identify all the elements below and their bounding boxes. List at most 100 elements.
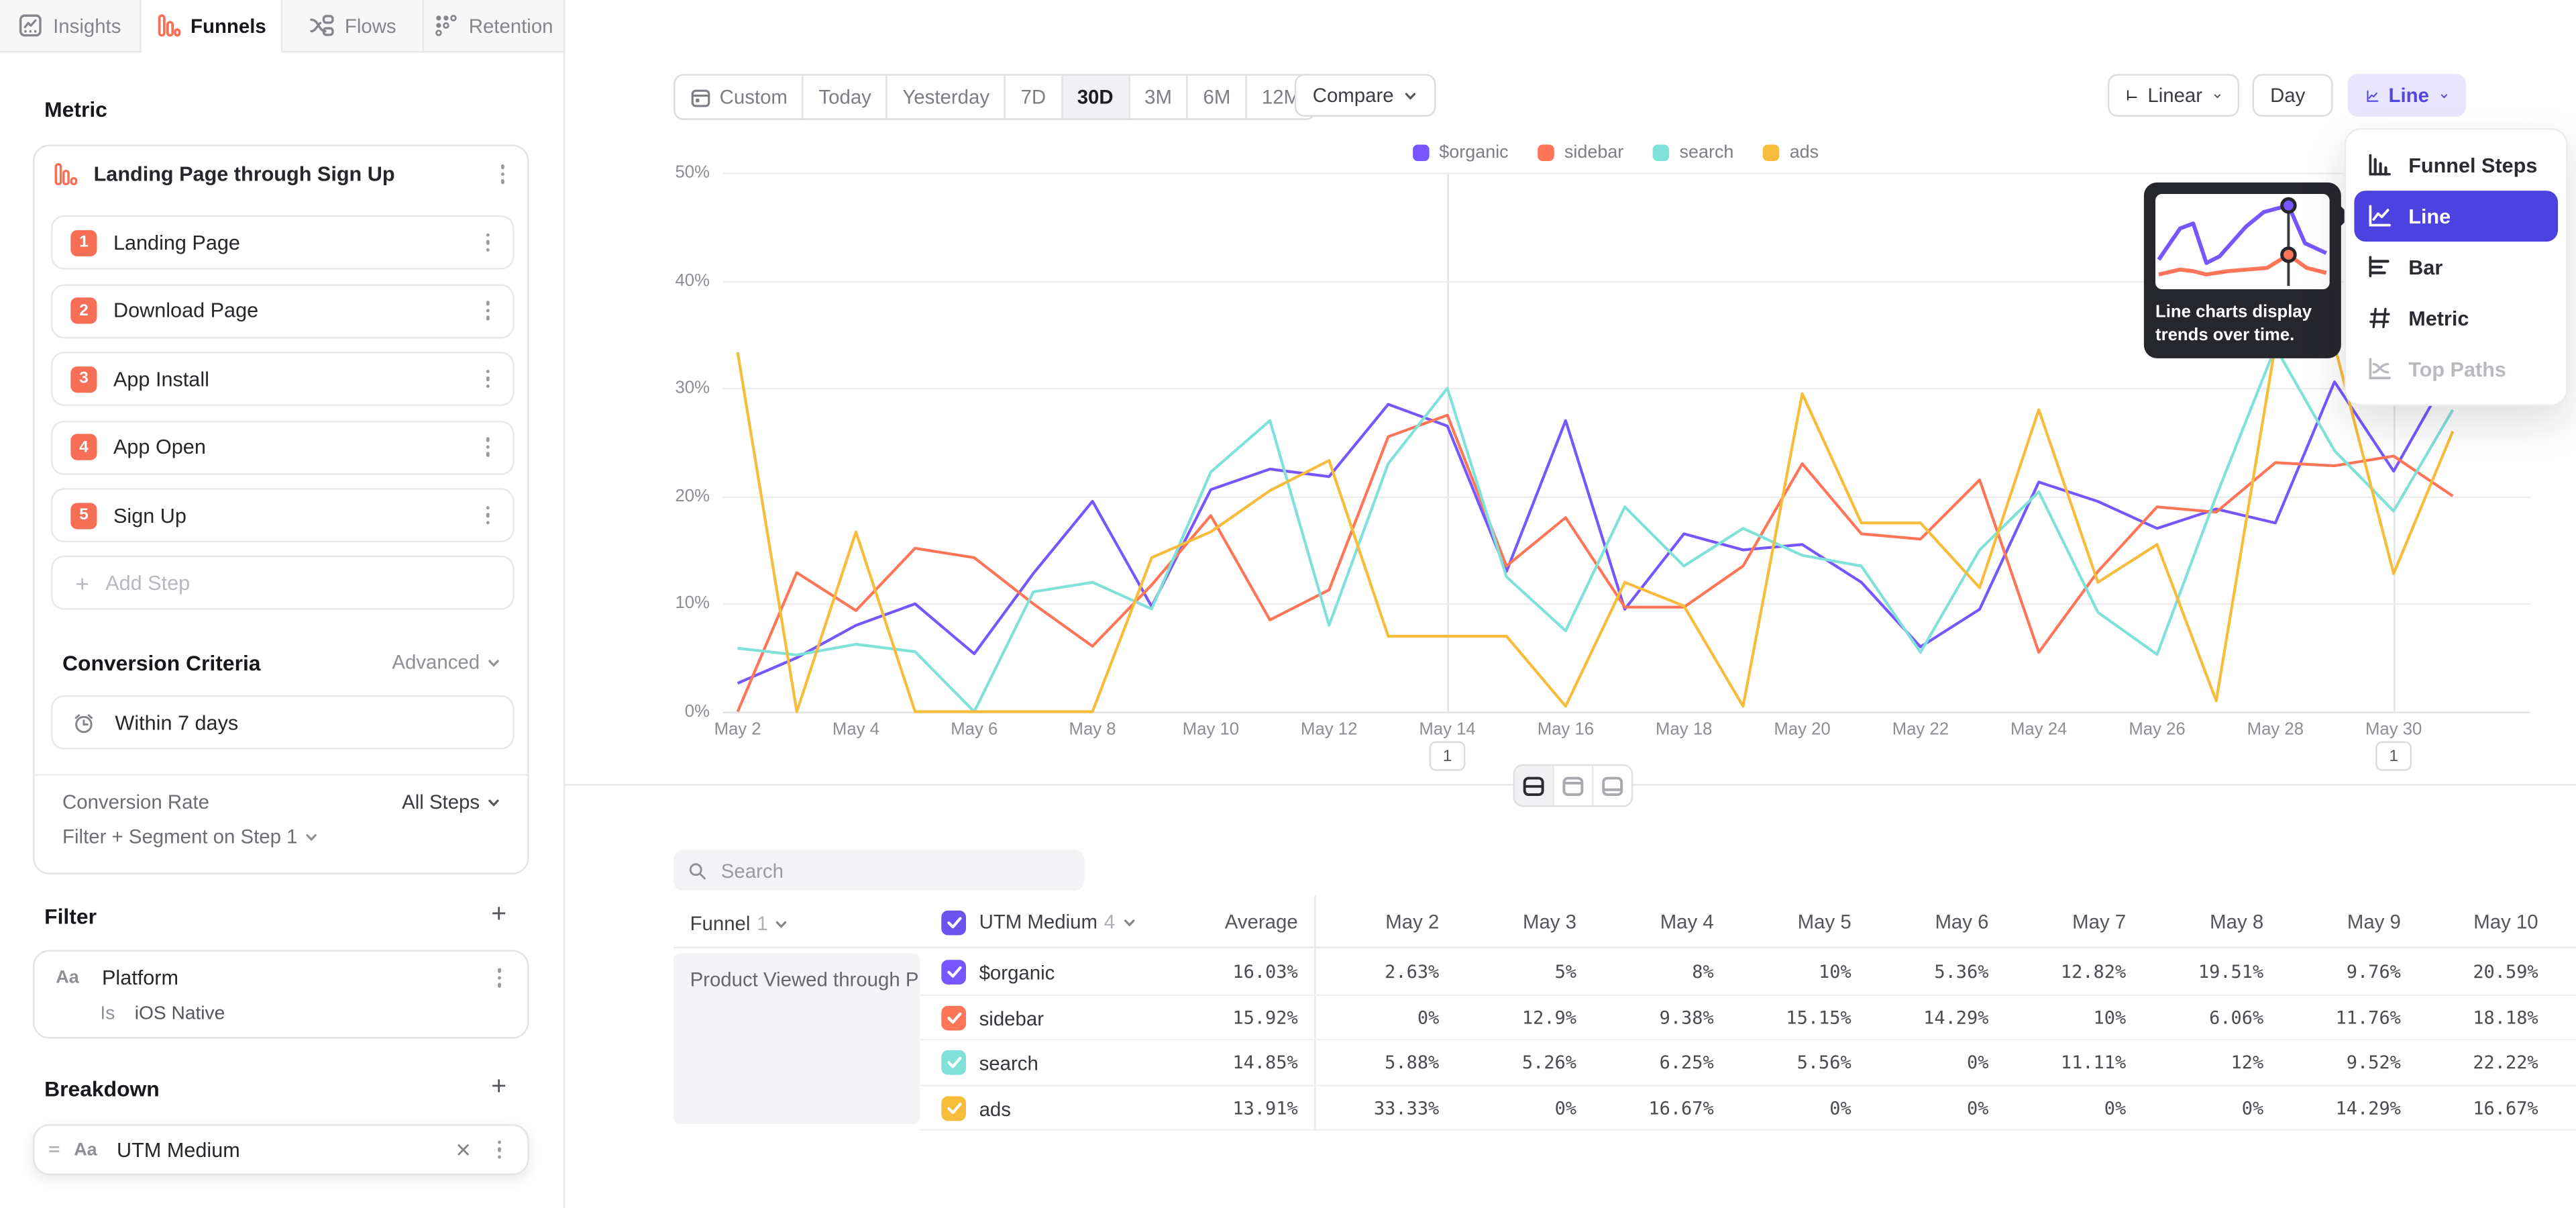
day-value: 9.76% bbox=[2273, 962, 2401, 983]
range-3m[interactable]: 3M bbox=[1130, 76, 1188, 119]
tab-retention[interactable]: Retention bbox=[424, 0, 566, 52]
x-tick-label: May 2 bbox=[714, 720, 761, 740]
series-name: search bbox=[979, 1052, 1038, 1074]
day-value: 19.51% bbox=[2135, 962, 2263, 983]
menu-item-metric[interactable]: Metric bbox=[2346, 293, 2566, 344]
top-bar-layout-icon[interactable] bbox=[1554, 766, 1594, 805]
table-search[interactable] bbox=[674, 850, 1084, 891]
funnels-icon bbox=[156, 13, 181, 38]
range-7d[interactable]: 7D bbox=[1006, 76, 1063, 119]
filter-card[interactable]: Aa Platform Is iOS Native bbox=[33, 950, 529, 1039]
funnel-column-header[interactable]: Funnel 1 bbox=[690, 911, 790, 937]
add-filter-button[interactable]: + bbox=[491, 902, 506, 928]
day-value: 0% bbox=[1448, 1097, 1576, 1119]
filter-kebab-icon[interactable] bbox=[488, 965, 511, 991]
x-tick-label: May 4 bbox=[833, 720, 879, 740]
funnel-kebab-icon[interactable] bbox=[491, 161, 514, 187]
close-icon[interactable]: ✕ bbox=[455, 1138, 472, 1161]
compare-button[interactable]: Compare bbox=[1295, 74, 1436, 117]
series-checkbox[interactable] bbox=[941, 1095, 966, 1120]
series-name: ads bbox=[979, 1097, 1011, 1120]
tab-insights[interactable]: Insights bbox=[0, 0, 142, 52]
string-type-icon: Aa bbox=[74, 1140, 97, 1159]
add-breakdown-button[interactable]: + bbox=[491, 1075, 506, 1101]
legend-item-search[interactable]: search bbox=[1653, 143, 1733, 162]
series-checkbox[interactable] bbox=[941, 1005, 966, 1030]
line-chart-preview bbox=[2155, 194, 2330, 289]
granularity-dropdown[interactable]: Day bbox=[2253, 74, 2333, 117]
select-all-checkbox[interactable] bbox=[941, 910, 966, 935]
average-value: 16.03% bbox=[1170, 962, 1298, 983]
range-30d[interactable]: 30D bbox=[1063, 76, 1130, 119]
day-column-header: May 8 bbox=[2149, 911, 2263, 934]
series-line-search[interactable] bbox=[738, 347, 2453, 711]
step-label: Download Page bbox=[113, 299, 476, 322]
funnel-group-cell: Product Viewed through P… bbox=[674, 953, 920, 1124]
funnel-step-1[interactable]: 1Landing Page bbox=[51, 215, 515, 270]
menu-item-bar[interactable]: Bar bbox=[2346, 242, 2566, 293]
scale-dropdown[interactable]: Linear bbox=[2108, 74, 2239, 117]
legend-swatch bbox=[1538, 145, 1554, 161]
filter-segment-toggle[interactable]: Filter + Segment on Step 1 bbox=[62, 825, 297, 848]
menu-item-line[interactable]: Line bbox=[2354, 191, 2558, 242]
range-today[interactable]: Today bbox=[804, 76, 888, 119]
date-range-selector: CustomTodayYesterday7D30D3M6M12M bbox=[674, 74, 1316, 120]
line-chart-icon bbox=[2366, 85, 2379, 106]
series-checkbox[interactable] bbox=[941, 960, 966, 985]
funnel-step-4[interactable]: 4App Open bbox=[51, 420, 515, 474]
series-line-ads[interactable] bbox=[738, 345, 2453, 711]
breakdown-column-header[interactable]: UTM Medium 4 bbox=[941, 907, 1136, 937]
range-6m[interactable]: 6M bbox=[1188, 76, 1246, 119]
add-step-button[interactable]: + Add Step bbox=[51, 556, 515, 610]
step-kebab-icon[interactable] bbox=[476, 434, 499, 460]
conversion-rate-steps-dropdown[interactable]: All Steps bbox=[402, 791, 501, 813]
series-line-organic[interactable] bbox=[738, 366, 2453, 683]
step-label: App Install bbox=[113, 367, 476, 390]
breakdown-card[interactable]: Aa UTM Medium ✕ bbox=[33, 1124, 529, 1175]
funnel-step-5[interactable]: 5Sign Up bbox=[51, 488, 515, 542]
annotation-badge[interactable]: 1 bbox=[2375, 741, 2412, 770]
menu-item-funnel-steps[interactable]: Funnel Steps bbox=[2346, 140, 2566, 191]
tab-funnels[interactable]: Funnels bbox=[142, 0, 283, 52]
retention-icon bbox=[434, 13, 459, 38]
step-kebab-icon[interactable] bbox=[476, 297, 499, 323]
x-tick-label: May 30 bbox=[2365, 720, 2422, 740]
tab-flows[interactable]: Flows bbox=[282, 0, 424, 52]
drag-handle-icon[interactable] bbox=[48, 1143, 61, 1156]
conversion-window-row[interactable]: Within 7 days bbox=[51, 695, 515, 750]
day-value: 0% bbox=[1998, 1097, 2126, 1119]
step-kebab-icon[interactable] bbox=[476, 366, 499, 392]
conversion-rate-label: Conversion Rate bbox=[62, 791, 402, 813]
chevron-down-icon bbox=[486, 655, 501, 670]
range-yesterday[interactable]: Yesterday bbox=[888, 76, 1006, 119]
funnel-step-2[interactable]: 2Download Page bbox=[51, 283, 515, 338]
search-input[interactable] bbox=[718, 857, 1069, 883]
legend-item-organic[interactable]: $organic bbox=[1413, 143, 1509, 162]
advanced-toggle[interactable]: Advanced bbox=[392, 651, 501, 674]
day-value: 9.38% bbox=[1586, 1007, 1714, 1028]
report-tabbar: InsightsFunnelsFlowsRetention bbox=[0, 0, 565, 52]
split-rows-layout-icon[interactable] bbox=[1515, 766, 1554, 805]
step-kebab-icon[interactable] bbox=[476, 502, 499, 528]
conversion-window-label: Within 7 days bbox=[115, 711, 513, 734]
chart-type-dropdown[interactable]: Line bbox=[2348, 74, 2466, 117]
breakdown-section-title: Breakdown bbox=[44, 1076, 160, 1101]
x-tick-label: May 10 bbox=[1183, 720, 1239, 740]
step-kebab-icon[interactable] bbox=[476, 230, 499, 256]
series-checkbox[interactable] bbox=[941, 1050, 966, 1075]
y-tick-label: 10% bbox=[637, 594, 710, 613]
day-value: 22.22% bbox=[2410, 1052, 2538, 1073]
series-name: $organic bbox=[979, 962, 1055, 985]
bottom-bar-layout-icon[interactable] bbox=[1594, 766, 1631, 805]
metric-icon bbox=[2366, 306, 2392, 331]
x-tick-label: May 8 bbox=[1069, 720, 1116, 740]
step-number-badge: 4 bbox=[70, 434, 97, 460]
range-custom[interactable]: Custom bbox=[676, 76, 804, 119]
legend-item-ads[interactable]: ads bbox=[1764, 143, 1819, 162]
funnel-step-3[interactable]: 3App Install bbox=[51, 352, 515, 406]
annotation-badge[interactable]: 1 bbox=[1430, 741, 1466, 770]
chevron-down-icon bbox=[486, 795, 501, 809]
breakdown-kebab-icon[interactable] bbox=[488, 1136, 511, 1162]
x-tick-label: May 18 bbox=[1656, 720, 1712, 740]
legend-item-sidebar[interactable]: sidebar bbox=[1538, 143, 1624, 162]
